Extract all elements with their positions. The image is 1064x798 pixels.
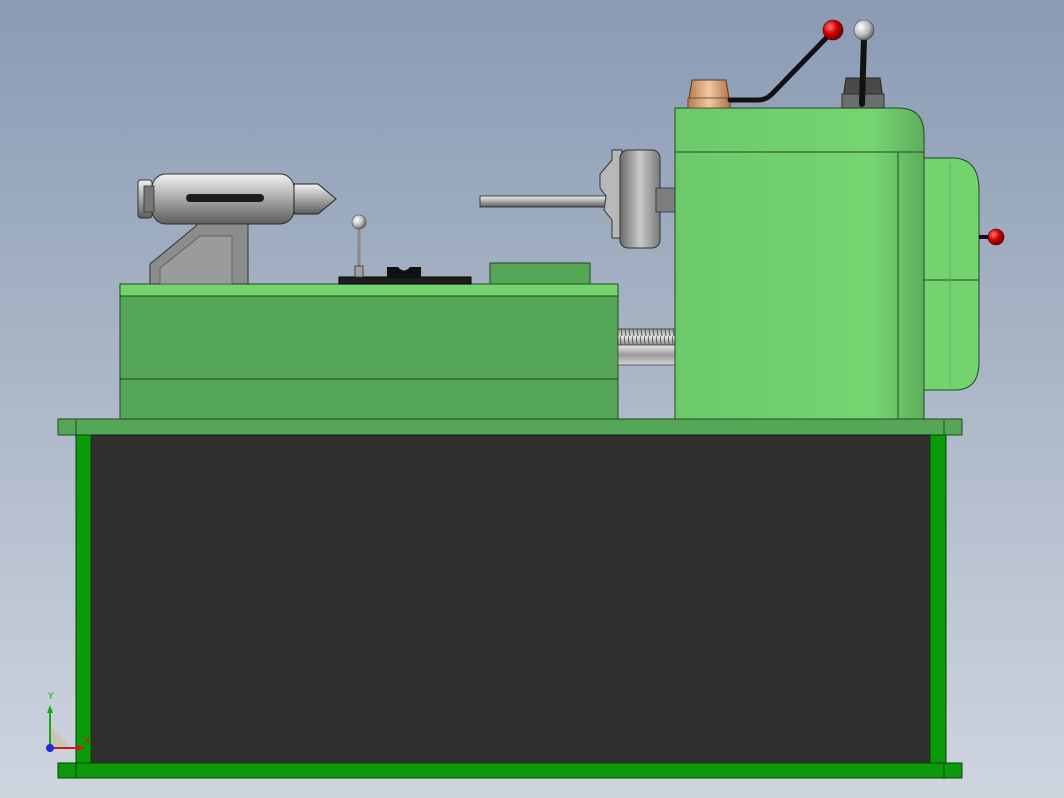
barrel-slot [186,194,264,202]
live-center [293,183,337,215]
headstock-controls[interactable] [687,19,885,109]
bed-body [119,295,619,420]
cad-viewport[interactable]: Y X [0,0,1064,798]
lathe-model[interactable] [0,0,1064,798]
orientation-triad: Y X [40,692,91,755]
spindle[interactable] [479,149,677,249]
cabinet[interactable] [57,418,963,779]
carriage-lever-knob [351,214,367,230]
headstock-body [674,107,925,420]
apron-block [489,262,591,285]
cabinet-bottom-rail [57,762,963,779]
tool-holder [387,267,421,277]
gear-cover [923,157,980,391]
chuck-body [619,149,661,249]
cabinet-right-post [929,434,947,765]
triad-x-label: X [84,736,91,746]
tailstock[interactable] [137,173,337,285]
triad-y-label: Y [48,692,54,702]
cross-slide [338,276,472,285]
side-red-knob [987,228,1005,246]
clutch-lever-grey-knob [853,19,875,41]
carriage[interactable] [338,214,591,285]
lead-screw[interactable] [617,328,676,366]
chuck-jaws [599,149,623,239]
cabinet-panel [75,434,947,765]
bed-way-top [119,283,619,297]
headstock[interactable] [674,107,1005,420]
speed-lever-red-knob [822,19,844,41]
speed-lever [727,29,835,103]
cabinet-top-lip [57,418,963,436]
lathe-bed[interactable] [119,283,619,420]
clutch-lever [859,35,867,107]
